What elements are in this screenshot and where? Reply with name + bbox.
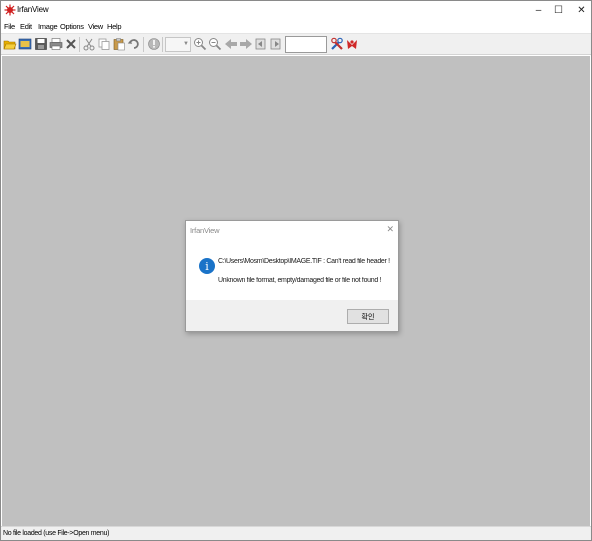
title-bar: IrfanView – ☐ ✕ bbox=[1, 1, 591, 20]
menu-view[interactable]: View bbox=[88, 22, 103, 31]
dialog-title: IrfanView bbox=[190, 226, 220, 235]
menu-image[interactable]: Image bbox=[38, 22, 58, 31]
next-page-icon[interactable] bbox=[269, 37, 283, 51]
thumbnails-icon[interactable] bbox=[18, 37, 32, 51]
dialog-footer: 확인 bbox=[186, 300, 398, 331]
delete-icon[interactable] bbox=[64, 37, 78, 51]
settings-icon[interactable] bbox=[330, 37, 344, 51]
previous-page-icon[interactable] bbox=[254, 37, 268, 51]
undo-icon[interactable] bbox=[127, 37, 141, 51]
paste-icon[interactable] bbox=[112, 37, 126, 51]
cut-icon[interactable] bbox=[82, 37, 96, 51]
zoom-dropdown[interactable]: ▼ bbox=[165, 37, 191, 52]
menu-edit[interactable]: Edit bbox=[20, 22, 32, 31]
next-icon[interactable] bbox=[239, 37, 253, 51]
menu-file[interactable]: File bbox=[4, 22, 15, 31]
maximize-button[interactable]: ☐ bbox=[547, 1, 570, 20]
previous-icon[interactable] bbox=[224, 37, 238, 51]
chevron-down-icon: ▼ bbox=[183, 41, 189, 47]
dialog-message-line2: Unknown file format, empty/damaged file … bbox=[218, 277, 382, 284]
dialog-message-line1: C:\Users\Mosm\Desktop\IMAGE.TIF : Can't … bbox=[218, 258, 390, 265]
menu-bar: File Edit Image Options View Help bbox=[1, 20, 591, 33]
print-icon[interactable] bbox=[49, 37, 63, 51]
zoom-out-icon[interactable] bbox=[208, 37, 222, 51]
toolbar-separator bbox=[79, 37, 80, 52]
exit-icon[interactable] bbox=[345, 37, 359, 51]
dialog-close-button[interactable]: ✕ bbox=[386, 224, 394, 235]
copy-icon[interactable] bbox=[97, 37, 111, 51]
info-icon[interactable] bbox=[147, 37, 161, 51]
toolbar-separator bbox=[143, 37, 144, 52]
error-dialog: IrfanView ✕ i C:\Users\Mosm\Desktop\IMAG… bbox=[185, 220, 399, 332]
window-title: IrfanView bbox=[17, 5, 49, 14]
toolbar: ▼ bbox=[1, 33, 591, 55]
menu-help[interactable]: Help bbox=[107, 22, 122, 31]
menu-options[interactable]: Options bbox=[60, 22, 84, 31]
close-button[interactable]: ✕ bbox=[570, 1, 592, 20]
status-text: No file loaded (use File->Open menu) bbox=[3, 530, 110, 537]
page-number-field[interactable] bbox=[285, 36, 327, 53]
save-icon[interactable] bbox=[34, 37, 48, 51]
info-icon: i bbox=[199, 258, 215, 274]
irfanview-logo-icon bbox=[4, 4, 16, 16]
open-folder-icon[interactable] bbox=[3, 37, 17, 51]
zoom-in-icon[interactable] bbox=[193, 37, 207, 51]
app-window: IrfanView – ☐ ✕ File Edit Image Options … bbox=[0, 0, 592, 541]
ok-button[interactable]: 확인 bbox=[347, 309, 389, 324]
status-bar: No file loaded (use File->Open menu) bbox=[1, 526, 591, 540]
toolbar-separator bbox=[162, 37, 163, 52]
